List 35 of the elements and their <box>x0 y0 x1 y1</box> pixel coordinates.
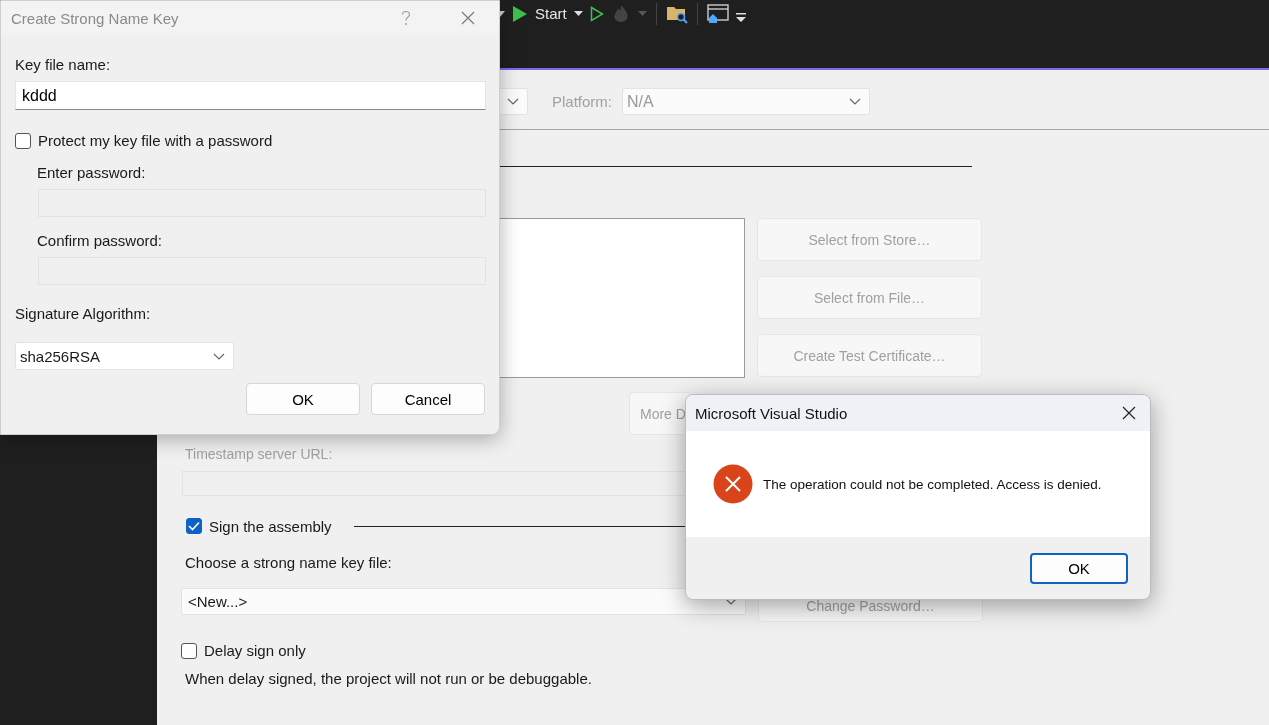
field-label: Enter password: <box>37 164 146 181</box>
field-label: Confirm password: <box>37 232 163 249</box>
platform-label: Platform: <box>552 93 612 110</box>
close-icon[interactable] <box>1122 406 1136 420</box>
start-button[interactable]: Start <box>535 5 567 22</box>
note-text: When delay signed, the project will not run or be debuggable. <box>185 670 592 687</box>
checkbox[interactable] <box>186 518 202 534</box>
chevron-icon <box>213 352 225 360</box>
key-name-field[interactable]: kddd <box>15 81 486 110</box>
dialog-button[interactable]: Cancel <box>371 383 485 415</box>
ok-button[interactable]: OK <box>1030 552 1128 584</box>
dialog-button[interactable]: OK <box>246 383 360 415</box>
dialog-title: Create Strong Name Key <box>11 9 180 27</box>
checkbox-label: Sign the assembly <box>209 517 332 535</box>
error-icon <box>713 464 753 504</box>
checkbox[interactable] <box>15 132 31 149</box>
checkbox-label: Delay sign only <box>204 642 306 659</box>
play-outline-icon[interactable] <box>589 5 604 22</box>
check-icon <box>188 521 200 531</box>
message-text: The operation could not be completed. Access is denied. <box>763 476 1102 492</box>
caret-icon[interactable] <box>573 11 583 16</box>
message-box-title: Microsoft Visual Studio <box>695 404 849 422</box>
key-file-label: Choose a strong name key file: <box>185 554 392 571</box>
chevron-icon <box>507 98 519 105</box>
field-label: Key file name: <box>15 56 111 73</box>
overflow-icon[interactable] <box>735 13 746 22</box>
key-file-dropdown[interactable]: <New...> <box>181 588 746 615</box>
checkbox-label: Protect my key file with a password <box>38 132 273 149</box>
chevron-icon <box>849 98 861 105</box>
play-icon[interactable] <box>512 4 528 23</box>
field-label: Signature Algorithm: <box>15 305 151 322</box>
timestamp-label: Timestamp server URL: <box>185 446 333 462</box>
algorithm-dropdown[interactable]: sha256RSA <box>15 342 234 370</box>
window-home-icon[interactable] <box>706 3 729 24</box>
checkbox[interactable] <box>181 642 197 659</box>
